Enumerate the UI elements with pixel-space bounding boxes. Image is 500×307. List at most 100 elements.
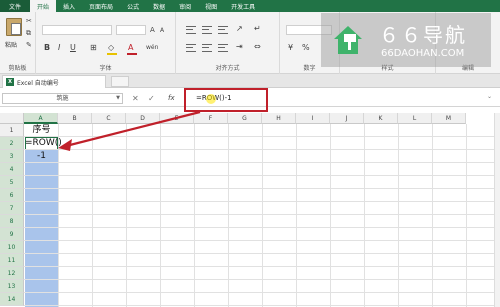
- copy-icon[interactable]: ⧉: [26, 28, 31, 38]
- column-header-m[interactable]: M: [432, 113, 466, 124]
- row-header-8[interactable]: 8: [0, 215, 24, 228]
- orientation-icon[interactable]: ↗: [236, 24, 243, 34]
- row-header-10[interactable]: 10: [0, 241, 24, 254]
- tab-formulas[interactable]: 公式: [120, 0, 146, 12]
- row-header-5[interactable]: 5: [0, 176, 24, 189]
- row-header-2[interactable]: 2: [0, 137, 24, 150]
- row-header-9[interactable]: 9: [0, 228, 24, 241]
- tab-view[interactable]: 视图: [198, 0, 224, 12]
- align-center-icon[interactable]: [202, 44, 212, 52]
- format-painter-icon[interactable]: ✎: [26, 40, 32, 50]
- document-tab[interactable]: X Excel 自动编号: [2, 75, 106, 88]
- column-header-l[interactable]: L: [398, 113, 432, 124]
- enter-icon[interactable]: ✓: [148, 93, 155, 104]
- column-header-d[interactable]: D: [126, 113, 160, 124]
- tab-review[interactable]: 审阅: [172, 0, 198, 12]
- column-header-c[interactable]: C: [92, 113, 126, 124]
- gridline-horizontal: [24, 136, 500, 137]
- font-family-select[interactable]: [42, 25, 112, 35]
- decrease-font-icon[interactable]: A: [160, 26, 164, 36]
- expand-formula-bar-icon[interactable]: ⌄: [487, 93, 492, 100]
- border-icon[interactable]: ⊞: [90, 43, 97, 53]
- wrap-text-icon[interactable]: ↵: [254, 24, 261, 34]
- gridline-horizontal: [24, 305, 500, 306]
- align-right-icon[interactable]: [218, 44, 228, 52]
- font-color-icon[interactable]: A: [128, 43, 133, 53]
- gridline-horizontal: [24, 175, 500, 176]
- watermark-subtitle: 66DAOHAN.COM: [381, 48, 465, 59]
- paste-button-label[interactable]: 粘贴: [5, 40, 17, 49]
- align-top-icon[interactable]: [186, 26, 196, 34]
- select-all-corner[interactable]: [0, 113, 24, 124]
- document-tab-title: Excel 自动编号: [17, 79, 59, 87]
- column-header-f[interactable]: F: [194, 113, 228, 124]
- font-group: A A B I U ⊞ ◇ A wén 字体: [36, 12, 176, 74]
- column-header-b[interactable]: B: [58, 113, 92, 124]
- row-header-3[interactable]: 3: [0, 150, 24, 163]
- name-box-dropdown-icon[interactable]: ▼: [116, 94, 120, 103]
- row-header-1[interactable]: 1: [0, 124, 24, 137]
- tab-page-layout[interactable]: 页面布局: [82, 0, 120, 12]
- row-header-6[interactable]: 6: [0, 189, 24, 202]
- vertical-scrollbar[interactable]: [494, 113, 500, 307]
- insert-function-icon[interactable]: fx: [168, 93, 175, 104]
- row-header-7[interactable]: 7: [0, 202, 24, 215]
- name-box-value: 筑施: [56, 95, 69, 102]
- column-header-k[interactable]: K: [364, 113, 398, 124]
- tab-developer[interactable]: 开发工具: [224, 0, 262, 12]
- gridline-horizontal: [24, 227, 500, 228]
- name-box[interactable]: 筑施 ▼: [2, 93, 123, 104]
- tab-data[interactable]: 数据: [146, 0, 172, 12]
- clipboard-group: 粘贴 ✂ ⧉ ✎ 剪贴板: [0, 12, 36, 74]
- underline-icon[interactable]: U: [70, 43, 76, 53]
- fill-color-swatch: [107, 53, 117, 55]
- alignment-group: ↗ ↵ ⇥ ⇔ 对齐方式: [176, 12, 280, 74]
- indent-icon[interactable]: ⇥: [236, 42, 243, 52]
- new-tab-button[interactable]: [111, 76, 129, 87]
- gridline-horizontal: [24, 214, 500, 215]
- watermark-title: ６６导航: [379, 23, 467, 47]
- row-header-4[interactable]: 4: [0, 163, 24, 176]
- column-header-j[interactable]: J: [330, 113, 364, 124]
- merge-center-icon[interactable]: ⇔: [254, 42, 261, 52]
- gridline-horizontal: [24, 188, 500, 189]
- gridline-horizontal: [24, 266, 500, 267]
- increase-font-icon[interactable]: A: [150, 25, 155, 35]
- gridline-horizontal: [24, 292, 500, 293]
- column-header-e[interactable]: E: [160, 113, 194, 124]
- column-header-h[interactable]: H: [262, 113, 296, 124]
- column-header-i[interactable]: I: [296, 113, 330, 124]
- percent-icon[interactable]: %: [302, 43, 310, 53]
- row-header-14[interactable]: 14: [0, 293, 24, 306]
- gridline-horizontal: [24, 201, 500, 202]
- font-group-label: 字体: [99, 65, 112, 72]
- row-header-12[interactable]: 12: [0, 267, 24, 280]
- gridline-horizontal: [24, 279, 500, 280]
- cut-icon[interactable]: ✂: [26, 16, 32, 26]
- tab-home[interactable]: 开始: [30, 0, 57, 12]
- gridline-horizontal: [24, 162, 500, 163]
- house-logo-icon: [334, 26, 362, 54]
- phonetic-icon[interactable]: wén: [146, 43, 158, 53]
- currency-icon[interactable]: ¥: [288, 43, 293, 53]
- font-size-select[interactable]: [116, 25, 146, 35]
- column-header-a[interactable]: A: [24, 113, 58, 124]
- italic-icon[interactable]: I: [58, 43, 60, 53]
- paste-icon[interactable]: [6, 18, 22, 36]
- row-header-13[interactable]: 13: [0, 280, 24, 293]
- column-header-g[interactable]: G: [228, 113, 262, 124]
- gridline-horizontal: [24, 253, 500, 254]
- tab-file[interactable]: 文件: [0, 0, 31, 12]
- gridline-horizontal: [24, 240, 500, 241]
- tab-insert[interactable]: 插入: [56, 0, 82, 12]
- align-middle-icon[interactable]: [202, 26, 212, 34]
- align-left-icon[interactable]: [186, 44, 196, 52]
- fill-color-icon[interactable]: ◇: [108, 43, 114, 53]
- align-bottom-icon[interactable]: [218, 26, 228, 34]
- watermark: ６６导航 66DAOHAN.COM: [321, 13, 491, 67]
- clipboard-group-label: 剪贴板: [8, 65, 27, 72]
- cancel-icon[interactable]: ✕: [132, 93, 139, 104]
- worksheet-grid[interactable]: 序号 =ROW() -1 A B C D E F G H I J K L M 1 2 3 4 5 6 7 8 9 10 11 1…: [0, 113, 500, 307]
- bold-icon[interactable]: B: [44, 43, 50, 53]
- row-header-11[interactable]: 11: [0, 254, 24, 267]
